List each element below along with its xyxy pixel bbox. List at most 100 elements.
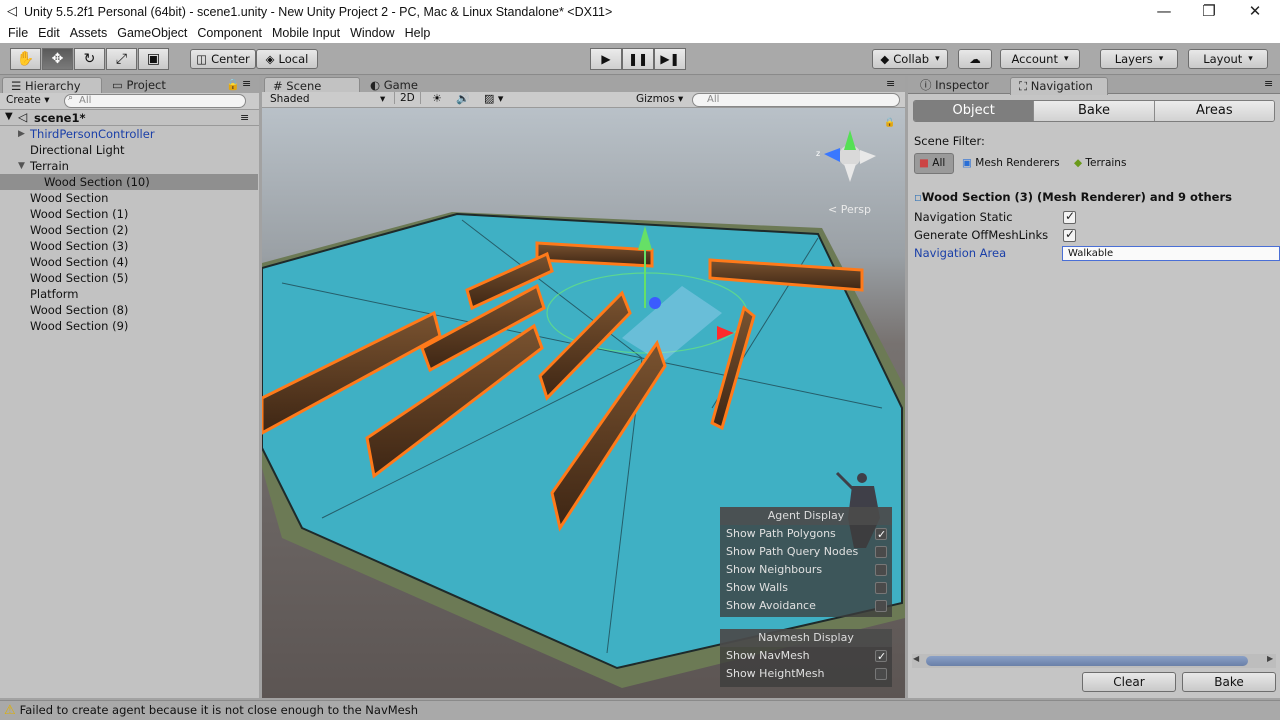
menu-window[interactable]: Window bbox=[345, 26, 399, 40]
effects-icon[interactable]: ▨ ▾ bbox=[484, 92, 503, 105]
menu-edit[interactable]: Edit bbox=[33, 26, 65, 40]
object-title-text: Wood Section (3) (Mesh Renderer) and 9 o… bbox=[921, 190, 1232, 204]
clear-button[interactable]: Clear bbox=[1082, 672, 1176, 692]
mesh-object-icon: ▫ bbox=[914, 190, 922, 204]
offmesh-checkbox[interactable] bbox=[1063, 227, 1076, 242]
pivot-local-button[interactable]: ◈ Local bbox=[256, 49, 318, 69]
expand-arrow-icon[interactable]: ▶ bbox=[18, 126, 25, 142]
maximize-button[interactable]: ❐ bbox=[1186, 0, 1232, 23]
expand-arrow-icon[interactable]: ▼ bbox=[5, 111, 13, 122]
overlay-option-row[interactable]: Show Path Query Nodes bbox=[720, 543, 892, 561]
scroll-left-icon[interactable]: ◀ bbox=[913, 654, 919, 663]
cloud-button[interactable]: ☁ bbox=[958, 49, 992, 69]
collapse-arrow-icon[interactable]: ▼ bbox=[18, 158, 25, 174]
layers-dropdown[interactable]: Layers bbox=[1100, 49, 1178, 69]
overlay-option-row[interactable]: Show Avoidance bbox=[720, 597, 892, 615]
mode-2d-toggle[interactable]: 2D bbox=[394, 92, 421, 104]
move-tool-icon[interactable]: ✥ bbox=[42, 48, 73, 70]
view-lock-icon[interactable]: 🔒 bbox=[884, 118, 895, 128]
overlay-option-row[interactable]: Show NavMesh bbox=[720, 647, 892, 666]
lighting-icon[interactable]: ☀ bbox=[432, 92, 442, 105]
hierarchy-search-input[interactable]: All bbox=[64, 94, 246, 108]
hierarchy-item[interactable]: Wood Section (9) bbox=[0, 318, 258, 334]
filter-all-button[interactable]: ■ All bbox=[914, 153, 954, 174]
overlay-option-checkbox[interactable] bbox=[875, 526, 887, 544]
filter-terrains-button[interactable]: ◆ Terrains bbox=[1074, 157, 1126, 169]
minimize-button[interactable]: — bbox=[1141, 0, 1187, 23]
overlay-option-label: Show Path Query Nodes bbox=[726, 545, 859, 558]
scroll-right-icon[interactable]: ▶ bbox=[1267, 654, 1273, 663]
hand-tool-icon[interactable]: ✋ bbox=[10, 48, 41, 70]
step-button[interactable]: ▶❚ bbox=[654, 48, 686, 70]
overlay-option-checkbox[interactable] bbox=[875, 564, 887, 576]
scene-header-row[interactable]: ▼ ◁ scene1* ≡ bbox=[0, 110, 259, 126]
scrollbar-thumb[interactable] bbox=[926, 656, 1248, 666]
hierarchy-item[interactable]: ▶ ThirdPersonController bbox=[0, 126, 258, 142]
menu-help[interactable]: Help bbox=[400, 26, 436, 40]
status-bar[interactable]: ⚠ Failed to create agent because it is n… bbox=[0, 700, 1280, 720]
overlay-option-checkbox[interactable] bbox=[875, 600, 887, 612]
agent-display-rows: Show Path Polygons Show Path Query Nodes S… bbox=[720, 525, 892, 615]
audio-icon[interactable]: 🔊 bbox=[456, 92, 470, 105]
scene-menu-icon[interactable]: ≡ bbox=[240, 111, 249, 124]
persp-label[interactable]: < Persp bbox=[828, 203, 871, 216]
overlay-option-label: Show NavMesh bbox=[726, 649, 810, 662]
nav-area-dropdown[interactable]: Walkable bbox=[1062, 246, 1280, 261]
hierarchy-item[interactable]: Wood Section (10) bbox=[0, 174, 258, 190]
collab-dropdown[interactable]: ◆ Collab bbox=[872, 49, 948, 69]
lock-icon[interactable]: 🔒 bbox=[226, 78, 240, 91]
hierarchy-item-label: Wood Section (4) bbox=[30, 255, 129, 269]
menu-gameobject[interactable]: GameObject bbox=[112, 26, 192, 40]
overlay-option-row[interactable]: Show Walls bbox=[720, 579, 892, 597]
scale-tool-icon[interactable]: ⤢ bbox=[106, 48, 137, 70]
tab-navigation[interactable]: ⛶ Navigation bbox=[1010, 77, 1108, 95]
hierarchy-item[interactable]: Wood Section (1) bbox=[0, 206, 258, 222]
hierarchy-item[interactable]: Wood Section (2) bbox=[0, 222, 258, 238]
pivot-center-button[interactable]: ◫ Center bbox=[190, 49, 256, 69]
hierarchy-item[interactable]: Wood Section (4) bbox=[0, 254, 258, 270]
overlay-option-checkbox[interactable] bbox=[875, 546, 887, 558]
hierarchy-item[interactable]: Wood Section (8) bbox=[0, 302, 258, 318]
menu-file[interactable]: File bbox=[3, 26, 33, 40]
layout-dropdown[interactable]: Layout bbox=[1188, 49, 1268, 69]
menu-assets[interactable]: Assets bbox=[65, 26, 113, 40]
menu-component[interactable]: Component bbox=[192, 26, 267, 40]
close-button[interactable]: ✕ bbox=[1232, 0, 1278, 23]
panel-menu-icon[interactable]: ≡ bbox=[242, 77, 251, 90]
play-icon: ▶ bbox=[601, 52, 611, 66]
overlay-option-checkbox[interactable] bbox=[875, 648, 887, 666]
offmesh-label: Generate OffMeshLinks bbox=[914, 228, 1049, 242]
nav-static-checkbox[interactable] bbox=[1063, 209, 1076, 224]
overlay-option-row[interactable]: Show Path Polygons bbox=[720, 525, 892, 544]
subtab-object[interactable]: Object bbox=[914, 101, 1034, 121]
tab-inspector[interactable]: ⓘ Inspector bbox=[912, 77, 1008, 95]
scene-panel-menu-icon[interactable]: ≡ bbox=[886, 77, 895, 90]
hierarchy-item[interactable]: Directional Light bbox=[0, 142, 258, 158]
hierarchy-item[interactable]: Platform bbox=[0, 286, 258, 302]
shading-dropdown[interactable]: Shaded ▾ bbox=[270, 93, 388, 105]
pause-button[interactable]: ❚❚ bbox=[622, 48, 654, 70]
overlay-option-row[interactable]: Show HeightMesh bbox=[720, 665, 892, 683]
overlay-option-checkbox[interactable] bbox=[875, 668, 887, 680]
rect-tool-icon[interactable]: ▣ bbox=[138, 48, 169, 70]
filter-mesh-renderers-button[interactable]: ▣ Mesh Renderers bbox=[962, 157, 1060, 169]
hierarchy-item[interactable]: Wood Section bbox=[0, 190, 258, 206]
rotate-tool-icon[interactable]: ↻ bbox=[74, 48, 105, 70]
subtab-bake[interactable]: Bake bbox=[1033, 101, 1154, 121]
gizmos-dropdown[interactable]: Gizmos ▾ bbox=[636, 93, 683, 105]
inspector-menu-icon[interactable]: ≡ bbox=[1264, 77, 1273, 90]
hierarchy-item[interactable]: Wood Section (3) bbox=[0, 238, 258, 254]
play-button[interactable]: ▶ bbox=[590, 48, 622, 70]
overlay-option-row[interactable]: Show Neighbours bbox=[720, 561, 892, 579]
hierarchy-item[interactable]: Wood Section (5) bbox=[0, 270, 258, 286]
menu-mobile-input[interactable]: Mobile Input bbox=[267, 26, 345, 40]
overlay-option-checkbox[interactable] bbox=[875, 582, 887, 594]
account-dropdown[interactable]: Account bbox=[1000, 49, 1080, 69]
bake-button[interactable]: Bake bbox=[1182, 672, 1276, 692]
cloud-icon: ☁ bbox=[969, 52, 981, 66]
subtab-areas[interactable]: Areas bbox=[1153, 101, 1274, 121]
hierarchy-item[interactable]: ▼ Terrain bbox=[0, 158, 258, 174]
scene-search-input[interactable]: All bbox=[692, 93, 900, 107]
create-dropdown[interactable]: Create ▾ bbox=[6, 94, 50, 106]
inspector-scrollbar[interactable]: ◀ ▶ bbox=[912, 654, 1276, 668]
